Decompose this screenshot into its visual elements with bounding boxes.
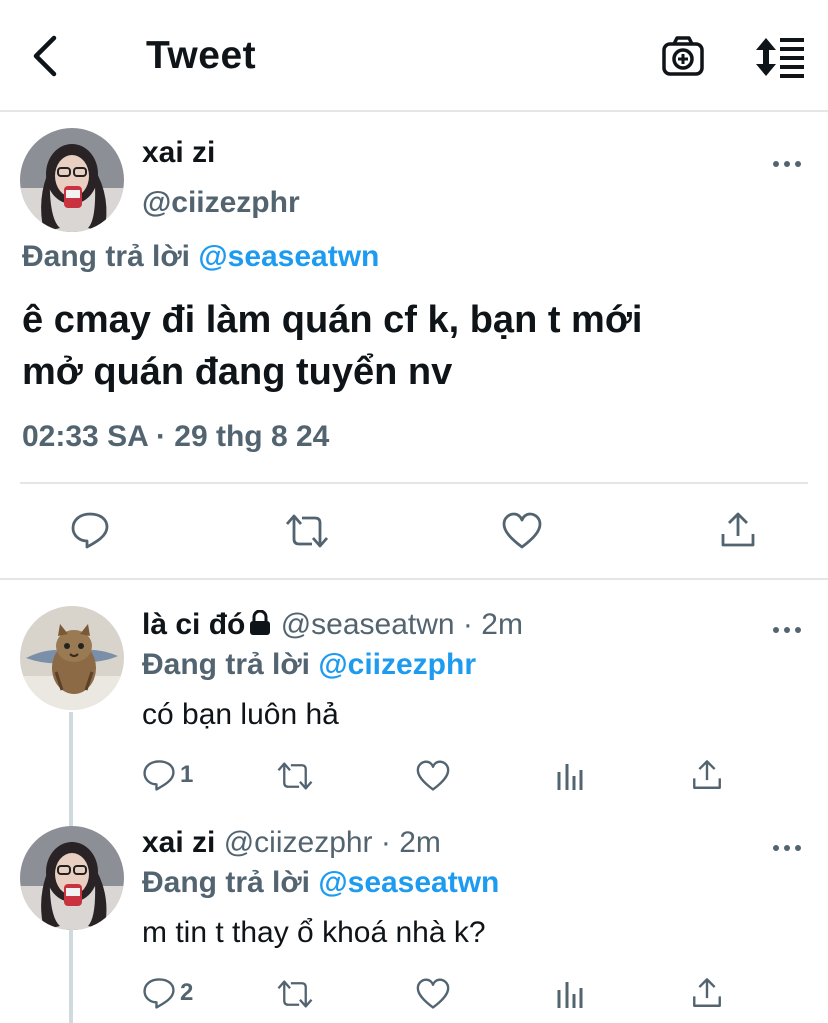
display-name[interactable]: xai zi bbox=[142, 136, 215, 170]
share-icon bbox=[693, 760, 721, 789]
reply-button[interactable]: 1 bbox=[142, 758, 193, 792]
reply-count: 2 bbox=[180, 979, 194, 1006]
analytics-button[interactable] bbox=[556, 760, 584, 792]
user-handle[interactable]: @seaseatwn bbox=[281, 608, 455, 641]
like-button[interactable] bbox=[502, 512, 542, 550]
divider bbox=[20, 482, 808, 484]
reply-button[interactable] bbox=[70, 510, 110, 550]
dot-separator: · bbox=[454, 608, 482, 641]
heart-icon bbox=[502, 512, 542, 549]
dot-separator: · bbox=[372, 826, 400, 859]
back-button[interactable] bbox=[26, 32, 66, 80]
reply-button[interactable]: 2 bbox=[142, 976, 193, 1010]
tweet-text: có bạn luôn hả bbox=[142, 698, 339, 731]
user-handle[interactable]: @ciizezphr bbox=[224, 826, 373, 859]
analytics-button[interactable] bbox=[556, 978, 584, 1010]
more-options-icon[interactable] bbox=[772, 622, 802, 633]
reply-icon bbox=[143, 978, 175, 1009]
tweet-text: ê cmay đi làm quán cf k, bạn t mới mở qu… bbox=[22, 294, 812, 398]
tweet-text: m tin t thay ổ khoá nhà k? bbox=[142, 916, 486, 949]
share-button[interactable] bbox=[690, 976, 724, 1010]
replying-prefix: Đang trả lời bbox=[142, 648, 311, 681]
replying-mention-link[interactable]: @seaseatwn bbox=[318, 866, 499, 899]
heart-icon bbox=[416, 760, 450, 791]
replying-to-line: Đang trả lời @seaseatwn bbox=[22, 240, 379, 274]
retweet-icon bbox=[277, 980, 313, 1008]
retweet-button[interactable] bbox=[276, 978, 314, 1010]
replying-mention-link[interactable]: @ciizezphr bbox=[318, 648, 476, 681]
replying-to-line: Đang trả lời @seaseatwn bbox=[142, 866, 499, 900]
like-button[interactable] bbox=[416, 760, 450, 792]
sort-icon bbox=[756, 38, 804, 78]
retweet-icon bbox=[285, 514, 329, 548]
share-icon bbox=[693, 978, 721, 1007]
sort-button[interactable] bbox=[752, 34, 808, 80]
replying-to-line: Đang trả lời @ciizezphr bbox=[142, 648, 476, 682]
avatar[interactable] bbox=[20, 606, 124, 710]
top-bar: Tweet bbox=[0, 0, 828, 112]
reply-count: 1 bbox=[180, 761, 194, 788]
retweet-button[interactable] bbox=[276, 760, 314, 792]
reply-header: xai zi @ciizezphr · 2m bbox=[142, 826, 441, 860]
relative-time[interactable]: 2m bbox=[481, 608, 523, 641]
avatar[interactable] bbox=[20, 826, 124, 930]
retweet-button[interactable] bbox=[284, 512, 330, 550]
lock-icon bbox=[250, 609, 271, 635]
more-options-icon[interactable] bbox=[772, 156, 802, 167]
share-button[interactable] bbox=[690, 758, 724, 792]
camera-button[interactable] bbox=[660, 34, 706, 80]
display-name[interactable]: xai zi bbox=[142, 826, 215, 859]
page-title: Tweet bbox=[146, 34, 257, 77]
analytics-icon bbox=[557, 764, 583, 790]
relative-time[interactable]: 2m bbox=[399, 826, 441, 859]
avatar[interactable] bbox=[20, 128, 124, 232]
share-icon bbox=[721, 512, 755, 547]
tweet-text-line: ê cmay đi làm quán cf k, bạn t mới bbox=[22, 299, 643, 341]
replying-mention-link[interactable]: @seaseatwn bbox=[198, 240, 379, 273]
tweet-timestamp[interactable]: 02:33 SA · 29 thg 8 24 bbox=[22, 420, 329, 454]
display-name[interactable]: là ci đó bbox=[142, 608, 245, 641]
share-button[interactable] bbox=[718, 510, 758, 550]
reply-icon bbox=[71, 512, 109, 549]
retweet-icon bbox=[277, 762, 313, 790]
divider bbox=[0, 578, 828, 580]
reply-icon bbox=[143, 760, 175, 791]
heart-icon bbox=[416, 978, 450, 1009]
like-button[interactable] bbox=[416, 978, 450, 1010]
replying-prefix: Đang trả lời bbox=[142, 866, 311, 899]
chevron-left-icon bbox=[33, 35, 57, 77]
tweet-text-line: mở quán đang tuyển nv bbox=[22, 351, 453, 393]
replying-prefix: Đang trả lời bbox=[22, 240, 191, 273]
user-handle[interactable]: @ciizezphr bbox=[142, 186, 300, 220]
camera-plus-icon bbox=[662, 36, 704, 76]
reply-header: là ci đó @seaseatwn · 2m bbox=[142, 608, 523, 642]
more-options-icon[interactable] bbox=[772, 840, 802, 851]
analytics-icon bbox=[557, 982, 583, 1008]
